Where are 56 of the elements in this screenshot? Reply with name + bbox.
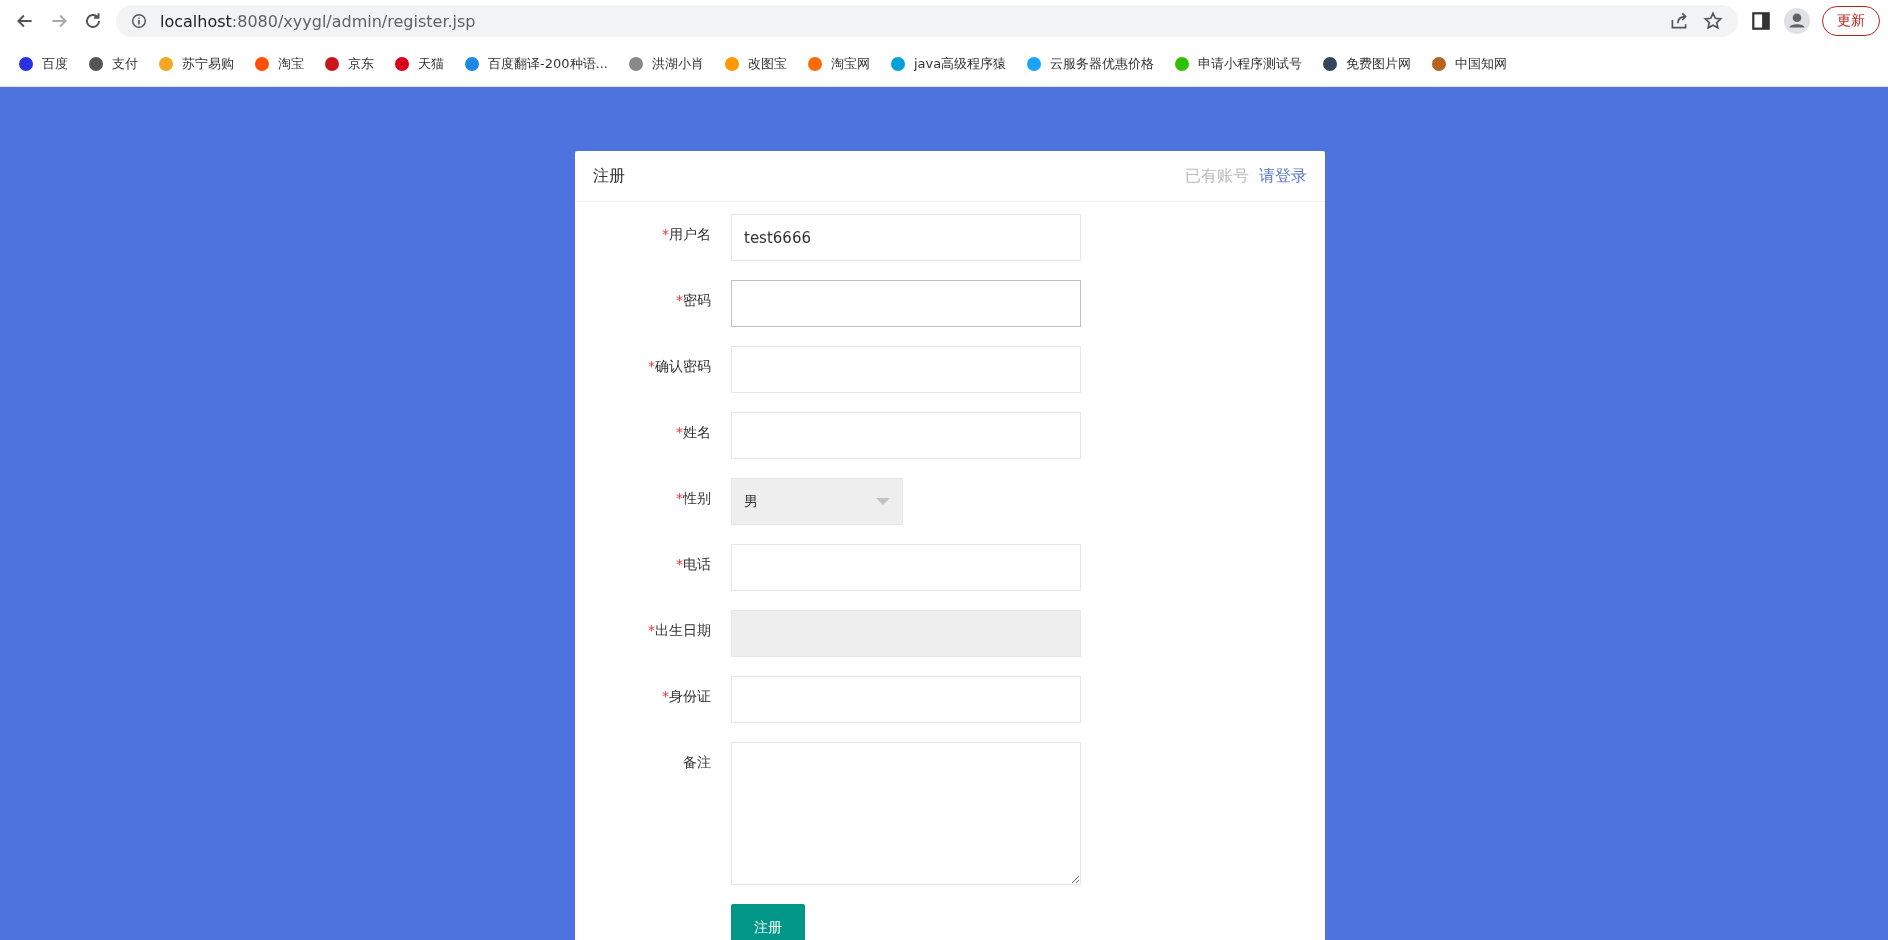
field-label: *出生日期 bbox=[647, 621, 712, 640]
circle-icon bbox=[723, 56, 740, 72]
bookmark[interactable]: 百度翻译-200种语... bbox=[464, 55, 608, 73]
circle-icon bbox=[1174, 56, 1191, 72]
bookmark[interactable]: 淘宝 bbox=[254, 55, 304, 73]
address-bar[interactable]: localhost:8080/xyygl/admin/register.jsp bbox=[116, 5, 1738, 37]
bookmark[interactable]: 淘宝网 bbox=[806, 55, 870, 73]
circle-icon bbox=[394, 56, 410, 72]
bookmark[interactable]: 免费图片网 bbox=[1322, 55, 1412, 73]
circle-icon bbox=[18, 56, 34, 72]
profile-icon[interactable] bbox=[1784, 8, 1810, 34]
field-label: *身份证 bbox=[661, 687, 712, 706]
bookmark[interactable]: 洪湖小肖 bbox=[627, 55, 704, 73]
remarks-field[interactable] bbox=[731, 742, 1081, 885]
field-label: *密码 bbox=[675, 291, 712, 310]
sidebar-icon[interactable] bbox=[1750, 10, 1772, 32]
url-text: localhost:8080/xyygl/admin/register.jsp bbox=[160, 11, 476, 31]
update-button[interactable]: 更新 bbox=[1822, 6, 1880, 36]
field-label: 备注 bbox=[682, 753, 712, 772]
circle-icon bbox=[806, 56, 823, 72]
bookmark[interactable]: 苏宁易购 bbox=[158, 55, 234, 73]
bookmark[interactable]: 云服务器优惠价格 bbox=[1026, 55, 1155, 73]
info-icon[interactable] bbox=[130, 12, 148, 30]
circle-icon bbox=[88, 56, 104, 72]
circle-icon bbox=[254, 56, 270, 72]
bookmark[interactable]: java高级程序猿 bbox=[889, 55, 1007, 73]
bookmark[interactable]: 天猫 bbox=[394, 55, 444, 73]
bookmark[interactable]: 中国知网 bbox=[1431, 55, 1508, 73]
field-label: *确认密码 bbox=[647, 357, 712, 376]
date-field[interactable] bbox=[731, 610, 1081, 657]
circle-icon bbox=[464, 56, 480, 72]
gender-select[interactable]: 男 bbox=[731, 478, 903, 525]
have-account-text: 已有账号 bbox=[1185, 165, 1249, 187]
card-title: 注册 bbox=[593, 165, 625, 187]
input-field[interactable]: test6666 bbox=[731, 214, 1081, 261]
star-icon[interactable] bbox=[1702, 10, 1724, 32]
circle-icon bbox=[627, 56, 644, 72]
login-link[interactable]: 请登录 bbox=[1259, 165, 1307, 187]
field-label: *电话 bbox=[675, 555, 712, 574]
circle-icon bbox=[1431, 56, 1448, 72]
caret-icon bbox=[876, 497, 890, 506]
bookmark[interactable]: 改图宝 bbox=[723, 55, 787, 73]
field-label: *姓名 bbox=[675, 423, 712, 442]
bookmark[interactable]: 京东 bbox=[324, 55, 374, 73]
circle-icon bbox=[324, 56, 340, 72]
circle-icon bbox=[158, 56, 174, 72]
input-field[interactable] bbox=[731, 280, 1081, 327]
circle-icon bbox=[1322, 56, 1339, 72]
bookmark[interactable]: 支付 bbox=[88, 55, 138, 73]
circle-icon bbox=[889, 56, 906, 72]
circle-icon bbox=[1026, 56, 1043, 72]
register-button[interactable]: 注册 bbox=[731, 904, 805, 940]
bookmark[interactable]: 申请小程序测试号 bbox=[1174, 55, 1303, 73]
field-label: *性别 bbox=[675, 489, 712, 508]
bookmark[interactable]: 百度 bbox=[18, 55, 68, 73]
field-label: *用户名 bbox=[661, 225, 712, 244]
